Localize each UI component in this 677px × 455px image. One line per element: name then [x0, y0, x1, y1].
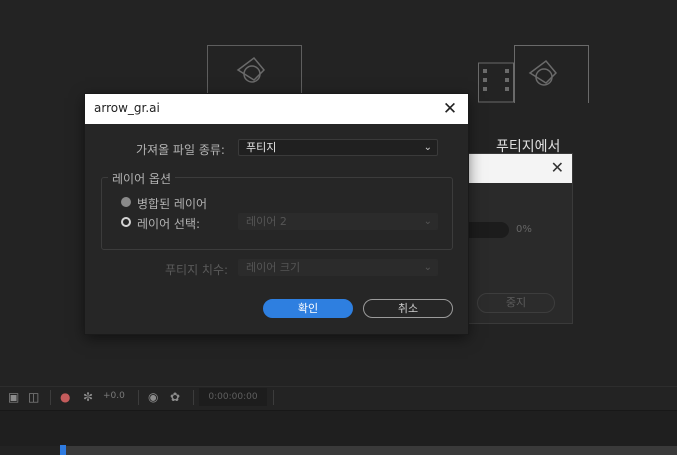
progress-bar: [467, 222, 509, 238]
stop-button[interactable]: 중지: [477, 293, 555, 313]
dialog-titlebar: arrow_gr.ai ✕: [85, 94, 468, 124]
footage-size-label: 푸티지 치수:: [165, 263, 229, 277]
exposure-icon[interactable]: ✼: [83, 390, 93, 404]
camera-icon[interactable]: ◉: [148, 390, 158, 404]
chevron-down-icon: ⌄: [423, 142, 432, 153]
chevron-down-icon: ⌄: [423, 262, 432, 273]
merged-layers-label[interactable]: 병합된 레이어: [137, 195, 207, 212]
divider: [50, 390, 51, 405]
import-dialog: arrow_gr.ai ✕ 가져올 파일 종류: 푸티지 ⌄ 레이어 옵션 병합…: [85, 94, 468, 334]
divider: [273, 390, 274, 405]
footage-placeholder-icon: [478, 45, 589, 104]
progress-dialog: ✕ 0% 중지: [466, 153, 573, 324]
dialog-title: arrow_gr.ai: [94, 101, 160, 115]
progress-percent: 0%: [516, 224, 532, 235]
divider: [138, 390, 139, 405]
layer-select[interactable]: 레이어 2 ⌄: [238, 213, 438, 230]
import-kind-select[interactable]: 푸티지 ⌄: [238, 139, 438, 156]
progress-titlebar: ✕: [467, 154, 572, 183]
timeline-toolbar: ▣ ◫ ● ✼ +0.0 ◉ ✿ 0:00:00:00: [0, 386, 677, 409]
ok-button[interactable]: 확인: [263, 299, 353, 318]
footage-size-select[interactable]: 레이어 크기 ⌄: [238, 259, 438, 276]
cancel-button[interactable]: 취소: [363, 299, 453, 318]
close-icon[interactable]: ✕: [551, 158, 564, 178]
timecode-field[interactable]: 0:00:00:00: [199, 388, 267, 406]
playhead[interactable]: [60, 445, 66, 455]
exposure-offset[interactable]: +0.0: [103, 391, 125, 401]
color-wheel-icon[interactable]: ●: [60, 390, 70, 404]
timeline-ruler[interactable]: [62, 446, 677, 455]
divider: [193, 390, 194, 405]
import-kind-value: 푸티지: [246, 141, 277, 154]
monitor-chat-icon[interactable]: ◫: [28, 390, 39, 404]
show-snapshot-icon[interactable]: ✿: [170, 390, 180, 404]
close-icon[interactable]: ✕: [440, 98, 460, 120]
timeline-panel: [0, 410, 677, 446]
composition-placeholder-icon: [207, 45, 302, 99]
layer-select-value: 레이어 2: [246, 215, 287, 228]
chevron-down-icon: ⌄: [423, 216, 432, 227]
shape-placeholder-icon: [236, 56, 266, 83]
import-kind-label: 가져올 파일 종류:: [136, 143, 225, 157]
layer-options-label: 레이어 옵션: [108, 170, 176, 187]
monitor-icon[interactable]: ▣: [8, 390, 19, 404]
footage-size-value: 레이어 크기: [246, 261, 301, 274]
film-shape-icon: [478, 45, 589, 104]
choose-layer-label[interactable]: 레이어 선택:: [137, 215, 200, 232]
choose-layer-radio[interactable]: [121, 217, 131, 227]
merged-layers-radio[interactable]: [121, 197, 131, 207]
